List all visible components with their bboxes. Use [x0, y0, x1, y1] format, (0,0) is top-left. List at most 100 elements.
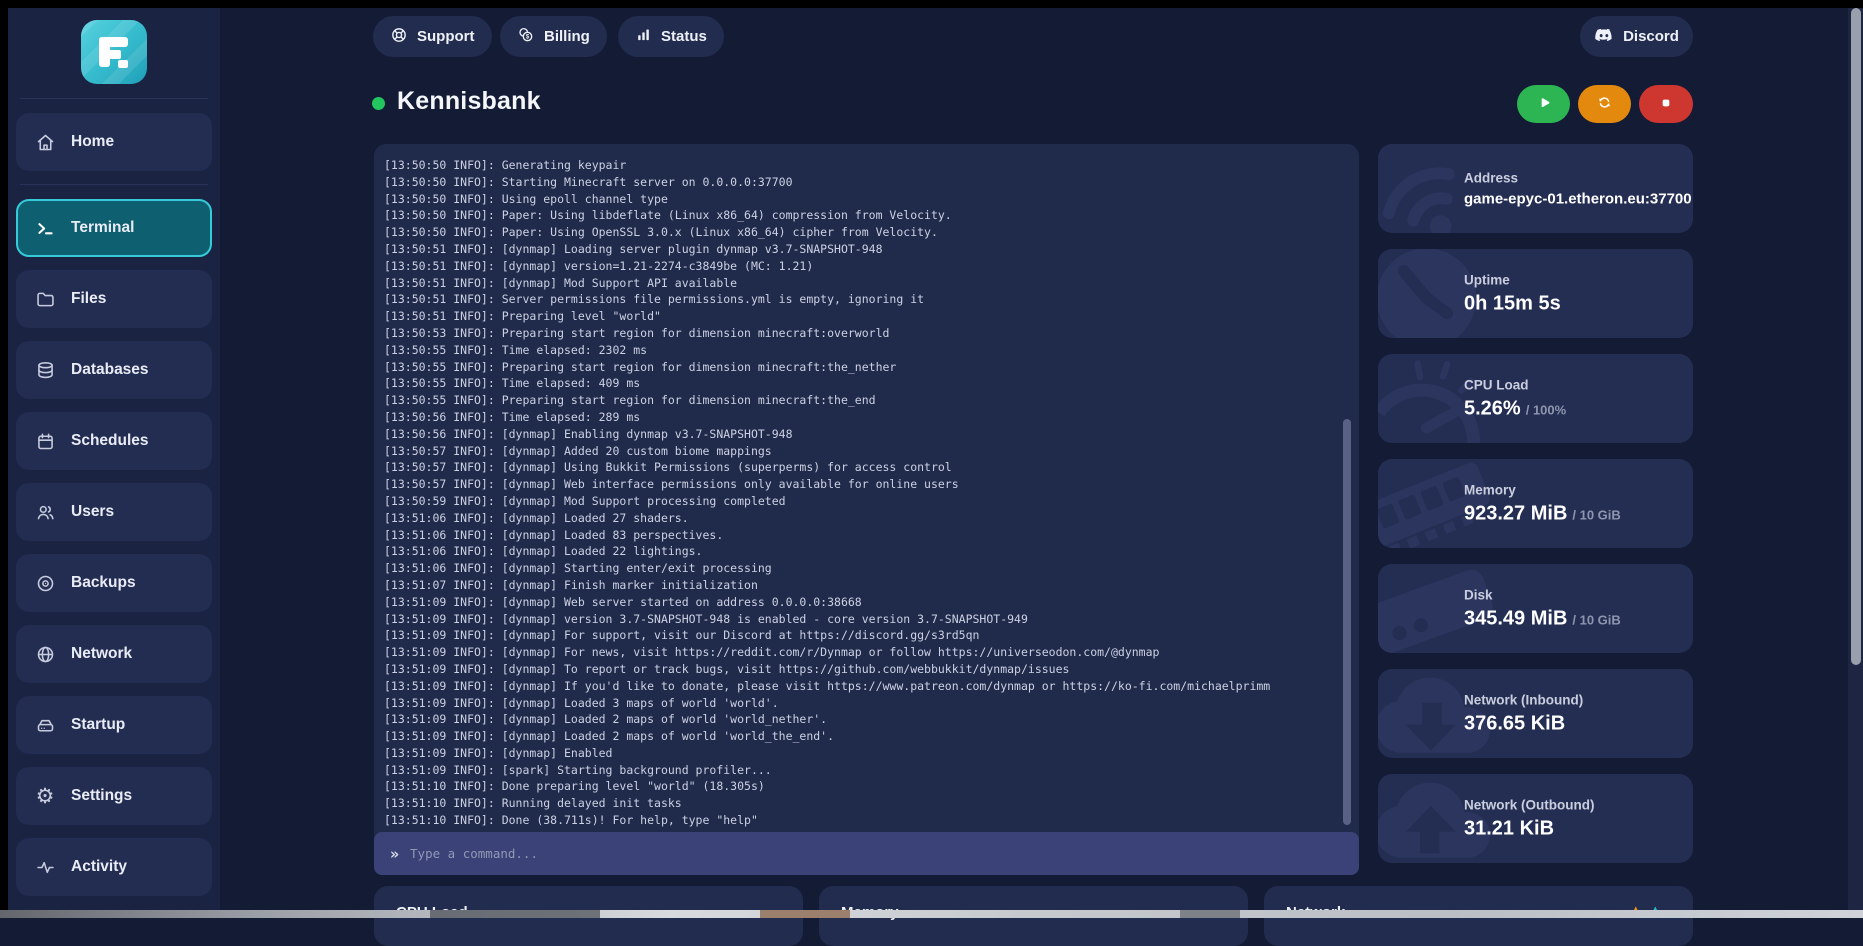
- stat-card-disk: Disk 345.49 MiB/ 10 GiB: [1378, 564, 1693, 653]
- terminal-line: [13:51:07 INFO]: [dynmap] Finish marker …: [384, 577, 1339, 594]
- sidebar-item-users[interactable]: Users: [16, 483, 212, 541]
- stat-value: 5.26%/ 100%: [1464, 397, 1566, 420]
- sidebar-item-label: Files: [71, 290, 106, 308]
- terminal-line: [13:51:09 INFO]: [dynmap] Web server sta…: [384, 594, 1339, 611]
- restart-server-button[interactable]: [1578, 85, 1631, 123]
- coins-icon: $: [517, 26, 535, 48]
- taskbar-strip: [0, 910, 1863, 918]
- terminal-line: [13:51:09 INFO]: [dynmap] version 3.7-SN…: [384, 611, 1339, 628]
- page-scrollbar-track[interactable]: [1848, 8, 1863, 910]
- terminal-line: [13:50:50 INFO]: Paper: Using libdeflate…: [384, 207, 1339, 224]
- start-server-button[interactable]: [1517, 85, 1570, 123]
- sidebar-item-settings[interactable]: ⚙ Settings: [16, 767, 212, 825]
- support-button[interactable]: Support: [373, 16, 492, 57]
- sidebar-item-label: Network: [71, 645, 132, 663]
- sidebar-item-network[interactable]: Network: [16, 625, 212, 683]
- terminal-icon: [34, 217, 56, 239]
- stat-card-address: Address game-epyc-01.etheron.eu:37700: [1378, 144, 1693, 233]
- sidebar-item-home[interactable]: Home: [16, 113, 212, 171]
- terminal-line: [13:51:09 INFO]: [dynmap] Loaded 2 maps …: [384, 711, 1339, 728]
- terminal-line: [13:50:51 INFO]: [dynmap] Mod Support AP…: [384, 275, 1339, 292]
- terminal-panel: [13:50:50 INFO]: Generating keypair[13:5…: [374, 144, 1359, 875]
- terminal-line: [13:50:55 INFO]: Preparing start region …: [384, 392, 1339, 409]
- window-edge-top: [0, 0, 1863, 8]
- terminal-line: [13:51:06 INFO]: [dynmap] Loaded 83 pers…: [384, 527, 1339, 544]
- command-bar: »: [374, 832, 1359, 875]
- globe-icon: [34, 643, 56, 665]
- stat-value: 31.21 KiB: [1464, 817, 1594, 840]
- logo-e-glyph: [97, 35, 131, 69]
- terminal-line: [13:51:06 INFO]: [dynmap] Loaded 27 shad…: [384, 510, 1339, 527]
- sidebar-item-terminal[interactable]: Terminal: [16, 199, 212, 257]
- sidebar-item-files[interactable]: Files: [16, 270, 212, 328]
- sidebar-item-backups[interactable]: Backups: [16, 554, 212, 612]
- billing-button[interactable]: $ Billing: [500, 16, 607, 57]
- terminal-line: [13:51:09 INFO]: [dynmap] Enabled: [384, 745, 1339, 762]
- stop-server-button[interactable]: [1639, 85, 1693, 123]
- terminal-line: [13:51:09 INFO]: [dynmap] Loaded 2 maps …: [384, 728, 1339, 745]
- terminal-line: [13:50:50 INFO]: Starting Minecraft serv…: [384, 174, 1339, 191]
- sidebar-item-label: Activity: [71, 858, 127, 876]
- terminal-line: [13:51:09 INFO]: [dynmap] For news, visi…: [384, 644, 1339, 661]
- terminal-line: [13:50:59 INFO]: [dynmap] Mod Support pr…: [384, 493, 1339, 510]
- lifebuoy-icon: [390, 26, 408, 48]
- sidebar-divider: [20, 98, 208, 99]
- sidebar-item-label: Databases: [71, 361, 149, 379]
- stat-value: 0h 15m 5s: [1464, 292, 1566, 315]
- chevrons-right-icon: »: [390, 845, 399, 863]
- sidebar-item-activity[interactable]: Activity: [16, 838, 212, 896]
- stat-card-cpu: CPU Load 5.26%/ 100%: [1378, 354, 1693, 443]
- users-icon: [34, 501, 56, 523]
- sidebar-item-label: Home: [71, 133, 114, 151]
- status-button[interactable]: Status: [618, 16, 724, 57]
- stat-card-uptime: Uptime 0h 15m 5s: [1378, 249, 1693, 338]
- terminal-line: [13:51:06 INFO]: [dynmap] Starting enter…: [384, 560, 1339, 577]
- app-logo[interactable]: [81, 20, 147, 84]
- discord-icon: [1594, 25, 1614, 49]
- terminal-line: [13:50:50 INFO]: Using epoll channel typ…: [384, 191, 1339, 208]
- terminal-line: [13:50:51 INFO]: Preparing level "world": [384, 308, 1339, 325]
- terminal-log[interactable]: [13:50:50 INFO]: Generating keypair[13:5…: [374, 144, 1359, 832]
- terminal-line: [13:50:55 INFO]: Time elapsed: 2302 ms: [384, 342, 1339, 359]
- terminal-line: [13:50:51 INFO]: [dynmap] version=1.21-2…: [384, 258, 1339, 275]
- stat-value: 923.27 MiB/ 10 GiB: [1464, 502, 1621, 525]
- sidebar: Home Terminal Files Databases: [8, 8, 220, 910]
- stat-card-memory: Memory 923.27 MiB/ 10 GiB: [1378, 459, 1693, 548]
- sidebar-item-schedules[interactable]: Schedules: [16, 412, 212, 470]
- status-button-label: Status: [661, 28, 707, 45]
- server-icon: [34, 714, 56, 736]
- terminal-line: [13:51:09 INFO]: [dynmap] To report or t…: [384, 661, 1339, 678]
- terminal-scrollbar-thumb[interactable]: [1343, 419, 1351, 825]
- terminal-line: [13:51:10 INFO]: Done (38.711s)! For hel…: [384, 812, 1339, 829]
- terminal-line: [13:50:50 INFO]: Generating keypair: [384, 157, 1339, 174]
- stat-label: Memory: [1464, 482, 1621, 497]
- stat-value: 345.49 MiB/ 10 GiB: [1464, 607, 1621, 630]
- terminal-line: [13:50:56 INFO]: [dynmap] Enabling dynma…: [384, 426, 1339, 443]
- discord-button[interactable]: Discord: [1580, 16, 1693, 57]
- server-name-title: Kennisbank: [397, 87, 541, 116]
- terminal-line: [13:51:10 INFO]: Running delayed init ta…: [384, 795, 1339, 812]
- terminal-line: [13:50:53 INFO]: Preparing start region …: [384, 325, 1339, 342]
- stat-label: Network (Outbound): [1464, 797, 1594, 812]
- terminal-line: [13:50:57 INFO]: [dynmap] Web interface …: [384, 476, 1339, 493]
- gear-icon: ⚙: [34, 785, 56, 807]
- terminal-line: [13:51:09 INFO]: [spark] Starting backgr…: [384, 762, 1339, 779]
- terminal-line: [13:51:06 INFO]: [dynmap] Loaded 22 ligh…: [384, 543, 1339, 560]
- calendar-icon: [34, 430, 56, 452]
- command-input[interactable]: [410, 846, 1343, 861]
- sidebar-item-label: Terminal: [71, 219, 134, 237]
- terminal-line: [13:50:50 INFO]: Paper: Using OpenSSL 3.…: [384, 224, 1339, 241]
- sidebar-item-label: Startup: [71, 716, 125, 734]
- stat-value: 376.65 KiB: [1464, 712, 1583, 735]
- page-scrollbar-thumb[interactable]: [1851, 8, 1861, 665]
- database-icon: [34, 359, 56, 381]
- sidebar-item-databases[interactable]: Databases: [16, 341, 212, 399]
- restart-icon: [1596, 94, 1613, 114]
- terminal-line: [13:50:51 INFO]: [dynmap] Loading server…: [384, 241, 1339, 258]
- activity-icon: [34, 856, 56, 878]
- terminal-line: [13:50:57 INFO]: [dynmap] Added 20 custo…: [384, 443, 1339, 460]
- terminal-line: [13:50:57 INFO]: [dynmap] Using Bukkit P…: [384, 459, 1339, 476]
- sidebar-item-label: Settings: [71, 787, 132, 805]
- support-button-label: Support: [417, 28, 475, 45]
- sidebar-item-startup[interactable]: Startup: [16, 696, 212, 754]
